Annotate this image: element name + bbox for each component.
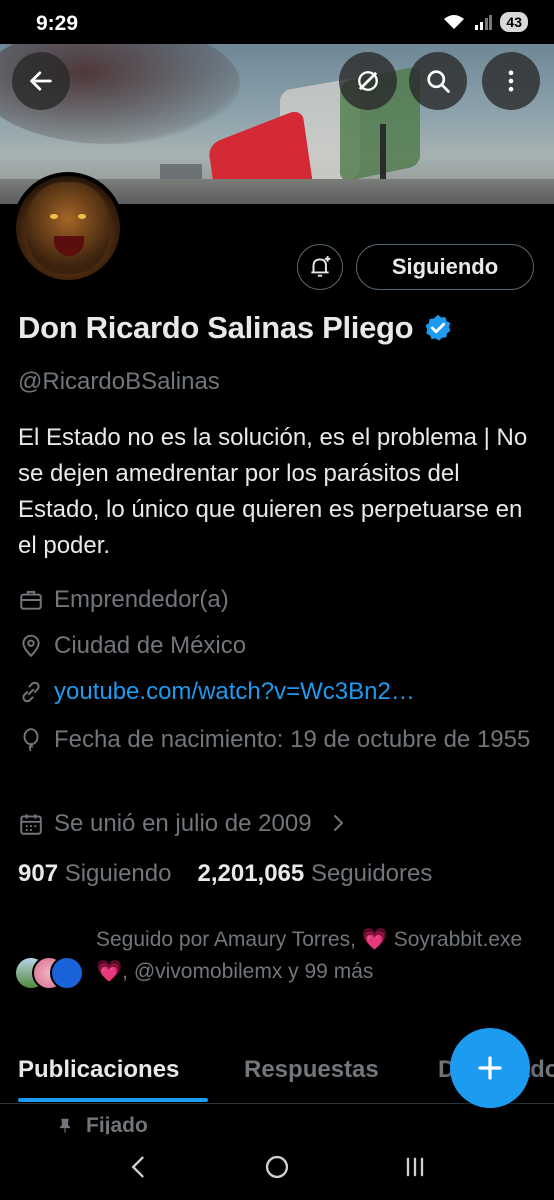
birthdate-row: Fecha de nacimiento: 19 de octubre de 19… <box>18 722 538 758</box>
nav-home-icon[interactable] <box>263 1153 291 1181</box>
link-icon <box>22 681 40 703</box>
status-time: 9:29 <box>36 12 79 35</box>
plus-icon <box>478 1056 502 1080</box>
profession-row: Emprendedor(a) <box>18 582 229 618</box>
status-bar: 9:29 43 <box>0 0 554 44</box>
back-button[interactable] <box>12 52 70 110</box>
website-row[interactable]: youtube.com/watch?v=Wc3Bn2… <box>18 674 415 710</box>
website-link[interactable]: youtube.com/watch?v=Wc3Bn2… <box>54 674 415 710</box>
status-icons: 43 <box>442 12 528 32</box>
profile-handle: @RicardoBSalinas <box>18 368 220 395</box>
location-row: Ciudad de México <box>18 628 246 664</box>
followed-by-avatars <box>14 938 84 990</box>
bell-plus-icon <box>311 256 331 277</box>
briefcase-icon <box>20 590 42 610</box>
joined-text: Se unió en julio de 2009 <box>54 810 312 837</box>
more-vertical-icon <box>508 70 514 92</box>
profile-bio: El Estado no es la solución, es el probl… <box>18 424 528 559</box>
compose-button[interactable] <box>450 1028 530 1108</box>
tab-respuestas[interactable]: Respuestas <box>244 1056 379 1084</box>
active-tab-indicator <box>18 1098 208 1102</box>
pin-icon <box>59 1118 71 1133</box>
more-button[interactable] <box>482 52 540 110</box>
chevron-right-icon <box>333 815 343 831</box>
following-label: Siguiendo <box>64 860 172 887</box>
following-stat[interactable]: 907 Siguiendo <box>18 860 171 888</box>
grok-button[interactable] <box>339 52 397 110</box>
system-nav-bar <box>0 1134 554 1200</box>
followed-by-row[interactable]: Seguido por Amaury Torres, 💗 Soyrabbit.e… <box>14 924 544 990</box>
avatar[interactable] <box>12 172 124 284</box>
followers-stat[interactable]: 2,201,065 Seguidores <box>197 860 432 888</box>
search-button[interactable] <box>409 52 467 110</box>
followers-count: 2,201,065 <box>197 860 305 887</box>
follow-stats: 907 Siguiendo 2,201,065 Seguidores <box>18 860 432 888</box>
nav-back-icon[interactable] <box>125 1153 153 1181</box>
birthdate-text: Fecha de nacimiento: 19 de octubre de 19… <box>54 726 531 753</box>
joined-row[interactable]: Se unió en julio de 2009 <box>18 806 350 842</box>
wifi-icon <box>444 15 465 29</box>
profile-name: Don Ricardo Salinas Pliego <box>18 310 414 345</box>
profession-text: Emprendedor(a) <box>54 586 229 613</box>
back-arrow-icon <box>30 71 52 91</box>
tab-publicaciones[interactable]: Publicaciones <box>18 1056 179 1084</box>
signal-icon <box>475 15 493 30</box>
battery-indicator: 43 <box>500 12 528 32</box>
grok-icon <box>358 71 378 91</box>
calendar-icon <box>20 814 42 835</box>
notifications-button[interactable] <box>297 244 343 290</box>
search-icon <box>427 70 450 93</box>
location-text: Ciudad de México <box>54 632 247 659</box>
followed-by-text: Seguido por Amaury Torres, 💗 Soyrabbit.e… <box>96 928 523 983</box>
nav-recents-icon[interactable] <box>401 1153 429 1181</box>
balloon-icon <box>23 728 39 752</box>
verified-badge-icon[interactable] <box>423 313 453 343</box>
followers-label: Seguidores <box>310 860 433 887</box>
following-button[interactable]: Siguiendo <box>356 244 534 290</box>
location-pin-icon <box>22 634 40 658</box>
profile-name-row: Don Ricardo Salinas Pliego <box>18 310 453 346</box>
following-count: 907 <box>18 860 59 887</box>
